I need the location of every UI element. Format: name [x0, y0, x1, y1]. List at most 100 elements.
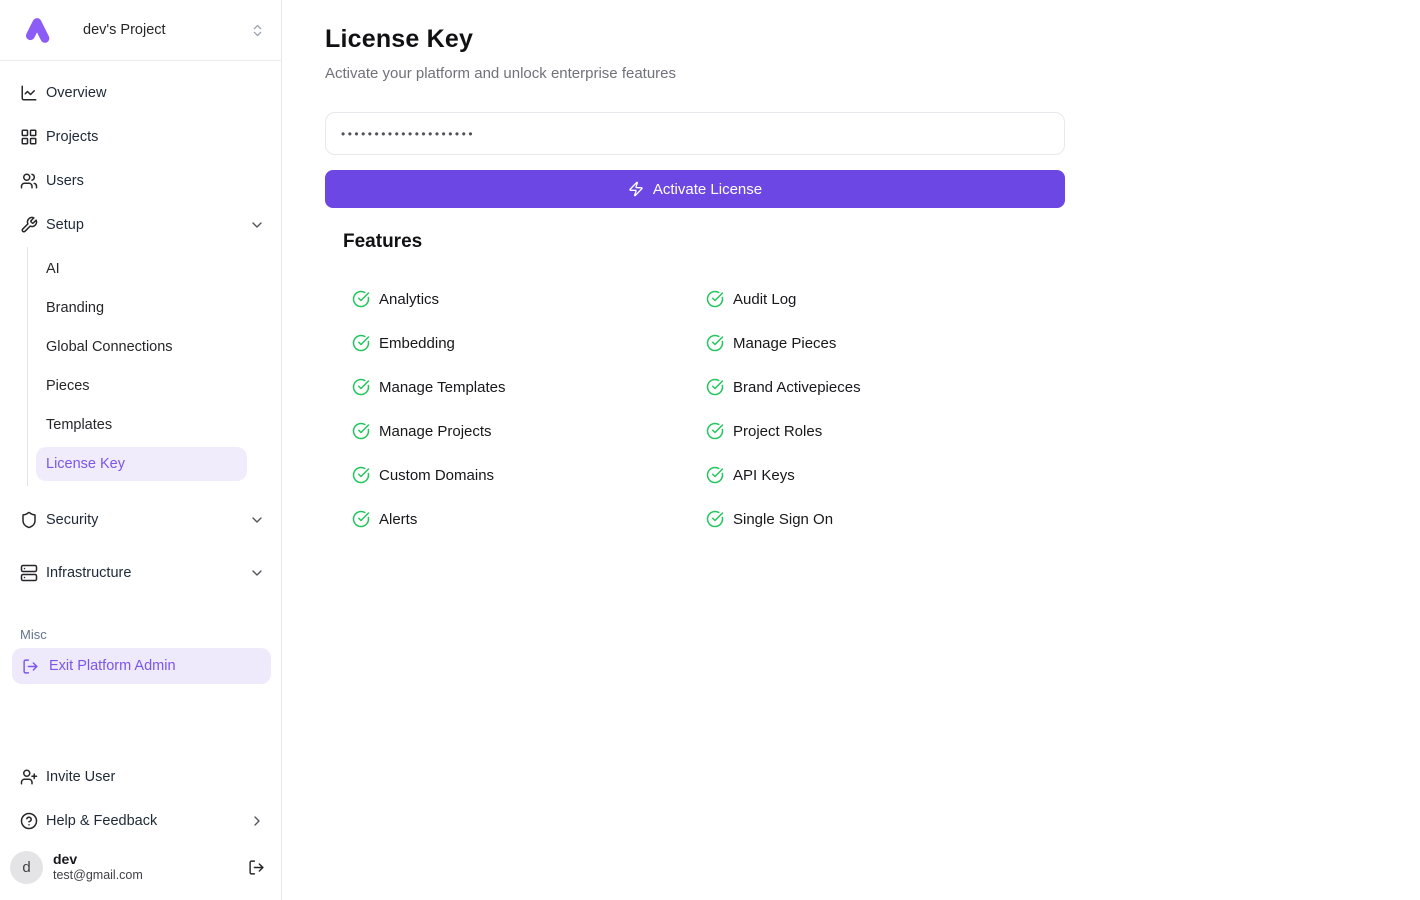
sidebar-item-license-key[interactable]: License Key	[36, 447, 247, 481]
sidebar-item-projects[interactable]: Projects	[0, 115, 281, 159]
chevron-right-icon	[249, 813, 265, 829]
sidebar-item-users[interactable]: Users	[0, 159, 281, 203]
feature-single-sign-on: Single Sign On	[706, 509, 1060, 529]
user-email: test@gmail.com	[53, 868, 143, 884]
sidebar-item-label: Infrastructure	[46, 565, 131, 581]
main-content: License Key Activate your platform and u…	[282, 0, 1420, 900]
shield-icon	[20, 511, 38, 529]
feature-alerts: Alerts	[352, 509, 706, 529]
page-title: License Key	[325, 25, 1420, 54]
sidebar: dev's Project Overview Projects Users	[0, 0, 282, 900]
feature-audit-log: Audit Log	[706, 289, 1060, 309]
sub-item-label: Global Connections	[46, 339, 173, 355]
feature-label: API Keys	[733, 467, 795, 484]
sidebar-item-templates[interactable]: Templates	[36, 405, 247, 444]
check-circle-icon	[706, 422, 724, 440]
features-grid: Analytics Embedding Manage Templates Man…	[343, 289, 1420, 529]
project-name: dev's Project	[83, 22, 166, 38]
exit-platform-admin-button[interactable]: Exit Platform Admin	[12, 648, 271, 684]
chevron-down-icon	[249, 565, 265, 581]
sidebar-item-label: Users	[46, 173, 84, 189]
check-circle-icon	[706, 290, 724, 308]
feature-manage-pieces: Manage Pieces	[706, 333, 1060, 353]
check-circle-icon	[706, 334, 724, 352]
features-title: Features	[343, 231, 1420, 253]
avatar: d	[10, 851, 43, 884]
log-out-icon[interactable]	[248, 859, 265, 876]
help-feedback-label: Help & Feedback	[46, 813, 157, 829]
invite-user-label: Invite User	[46, 769, 115, 785]
feature-label: Manage Projects	[379, 423, 492, 440]
sidebar-bottom: Invite User Help & Feedback d dev test@g…	[0, 755, 281, 900]
features-column-right: Audit Log Manage Pieces Brand Activepiec…	[706, 289, 1060, 529]
activate-license-label: Activate License	[653, 181, 762, 198]
page-subtitle: Activate your platform and unlock enterp…	[325, 65, 1420, 82]
chevron-down-icon	[249, 512, 265, 528]
feature-label: Embedding	[379, 335, 455, 352]
sub-item-label: Templates	[46, 417, 112, 433]
feature-brand-activepieces: Brand Activepieces	[706, 377, 1060, 397]
log-out-icon	[22, 658, 39, 675]
check-circle-icon	[352, 378, 370, 396]
activepieces-logo-icon	[22, 14, 52, 46]
feature-api-keys: API Keys	[706, 465, 1060, 485]
invite-user-button[interactable]: Invite User	[0, 755, 281, 799]
zap-icon	[628, 181, 644, 197]
feature-label: Project Roles	[733, 423, 822, 440]
user-name: dev	[53, 851, 143, 869]
sidebar-item-global-connections[interactable]: Global Connections	[36, 327, 247, 366]
sidebar-nav: Overview Projects Users Setup A	[0, 61, 281, 684]
feature-label: Single Sign On	[733, 511, 833, 528]
feature-label: Analytics	[379, 291, 439, 308]
feature-embedding: Embedding	[352, 333, 706, 353]
sidebar-item-overview[interactable]: Overview	[0, 71, 281, 115]
feature-label: Manage Templates	[379, 379, 505, 396]
feature-analytics: Analytics	[352, 289, 706, 309]
sidebar-item-setup[interactable]: Setup	[0, 203, 281, 247]
sidebar-item-infrastructure[interactable]: Infrastructure	[0, 551, 281, 595]
project-selector[interactable]: dev's Project	[0, 0, 281, 61]
user-info: dev test@gmail.com	[53, 851, 143, 884]
chevrons-up-down-icon	[250, 23, 265, 38]
sidebar-item-pieces[interactable]: Pieces	[36, 366, 247, 405]
feature-label: Custom Domains	[379, 467, 494, 484]
users-icon	[20, 172, 38, 190]
feature-label: Brand Activepieces	[733, 379, 861, 396]
exit-label: Exit Platform Admin	[49, 658, 176, 674]
sub-item-label: Branding	[46, 300, 104, 316]
setup-sub-list: AI Branding Global Connections Pieces Te…	[27, 247, 281, 486]
check-circle-icon	[352, 466, 370, 484]
feature-label: Manage Pieces	[733, 335, 836, 352]
check-circle-icon	[352, 422, 370, 440]
sidebar-item-branding[interactable]: Branding	[36, 288, 247, 327]
sidebar-item-label: Overview	[46, 85, 106, 101]
feature-project-roles: Project Roles	[706, 421, 1060, 441]
sidebar-item-label: Security	[46, 512, 98, 528]
wrench-icon	[20, 216, 38, 234]
sidebar-item-label: Projects	[46, 129, 98, 145]
license-key-input[interactable]	[325, 112, 1065, 155]
help-circle-icon	[20, 812, 38, 830]
feature-manage-projects: Manage Projects	[352, 421, 706, 441]
user-menu[interactable]: d dev test@gmail.com	[0, 843, 281, 892]
server-icon	[20, 564, 38, 582]
misc-section-label: Misc	[20, 627, 281, 642]
check-circle-icon	[352, 290, 370, 308]
sidebar-item-security[interactable]: Security	[0, 498, 281, 542]
sub-item-label: AI	[46, 261, 60, 277]
help-feedback-button[interactable]: Help & Feedback	[0, 799, 281, 843]
sidebar-item-ai[interactable]: AI	[36, 249, 247, 288]
user-plus-icon	[20, 768, 38, 786]
check-circle-icon	[352, 510, 370, 528]
chevron-down-icon	[249, 217, 265, 233]
sub-item-label: License Key	[46, 456, 125, 472]
feature-label: Alerts	[379, 511, 417, 528]
check-circle-icon	[706, 466, 724, 484]
check-circle-icon	[352, 334, 370, 352]
sub-item-label: Pieces	[46, 378, 90, 394]
feature-custom-domains: Custom Domains	[352, 465, 706, 485]
activate-license-button[interactable]: Activate License	[325, 170, 1065, 208]
sidebar-item-label: Setup	[46, 217, 84, 233]
features-section: Features Analytics Embedding Manage Temp…	[325, 231, 1420, 529]
features-column-left: Analytics Embedding Manage Templates Man…	[352, 289, 706, 529]
